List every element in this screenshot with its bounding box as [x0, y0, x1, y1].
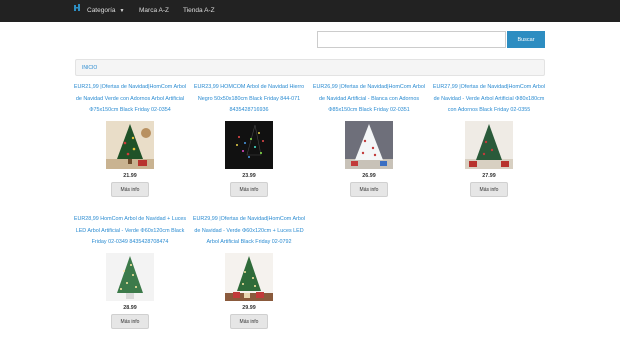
search-button[interactable]: Buscar	[507, 31, 545, 48]
caret-down-icon: ▼	[119, 8, 125, 14]
product-price: 23.99	[242, 173, 256, 179]
breadcrumb: INICIO	[75, 59, 545, 76]
nav-tienda[interactable]: Tienda A-Z	[183, 6, 215, 15]
product-card: EUR27,99 |Ofertas de Navidad|HomCom Arbo…	[430, 82, 548, 197]
nav-categoria[interactable]: Categoría ▼	[87, 6, 125, 16]
more-info-button[interactable]: Más info	[230, 314, 268, 329]
product-price: 28.99	[123, 305, 137, 311]
product-image[interactable]	[345, 121, 393, 169]
product-card: EUR28,99 HomCom Arbol de Navidad + Luces…	[71, 214, 189, 329]
product-image[interactable]	[106, 121, 154, 169]
product-price: 29.99	[242, 305, 256, 311]
product-title-link[interactable]: EUR23,99 HOMCOM Arbol de Navidad Hierro …	[190, 82, 308, 116]
breadcrumb-home-link[interactable]: INICIO	[82, 65, 97, 71]
product-title-link[interactable]: EUR26,99 |Ofertas de Navidad|HomCom Arbo…	[310, 82, 428, 116]
product-image[interactable]	[225, 121, 273, 169]
product-title-link[interactable]: EUR28,99 HomCom Arbol de Navidad + Luces…	[71, 214, 189, 248]
nav-marca[interactable]: Marca A-Z	[139, 6, 169, 15]
product-image[interactable]	[225, 253, 273, 301]
product-card: EUR23,99 HOMCOM Arbol de Navidad Hierro …	[190, 82, 308, 197]
product-title-link[interactable]: EUR21,99 |Ofertas de Navidad|HomCom Arbo…	[71, 82, 189, 116]
nav-categoria-label: Categoría	[87, 7, 116, 14]
product-price: 21.99	[123, 173, 137, 179]
more-info-button[interactable]: Más info	[470, 182, 508, 197]
product-price: 26.99	[362, 173, 376, 179]
product-price: 27.99	[482, 173, 496, 179]
product-image[interactable]	[106, 253, 154, 301]
home-icon[interactable]	[74, 4, 80, 11]
more-info-button[interactable]: Más info	[111, 314, 149, 329]
product-card: EUR21,99 |Ofertas de Navidad|HomCom Arbo…	[71, 82, 189, 197]
product-card: EUR29,99 |Ofertas de Navidad|HomCom Arbo…	[190, 214, 308, 329]
more-info-button[interactable]: Más info	[230, 182, 268, 197]
product-title-link[interactable]: EUR29,99 |Ofertas de Navidad|HomCom Arbo…	[190, 214, 308, 248]
product-image[interactable]	[465, 121, 513, 169]
product-card: EUR26,99 |Ofertas de Navidad|HomCom Arbo…	[310, 82, 428, 197]
more-info-button[interactable]: Más info	[350, 182, 388, 197]
more-info-button[interactable]: Más info	[111, 182, 149, 197]
top-navbar: Categoría ▼ Marca A-Z Tienda A-Z	[0, 0, 620, 22]
search-input[interactable]	[317, 31, 506, 48]
product-title-link[interactable]: EUR27,99 |Ofertas de Navidad|HomCom Arbo…	[430, 82, 548, 116]
